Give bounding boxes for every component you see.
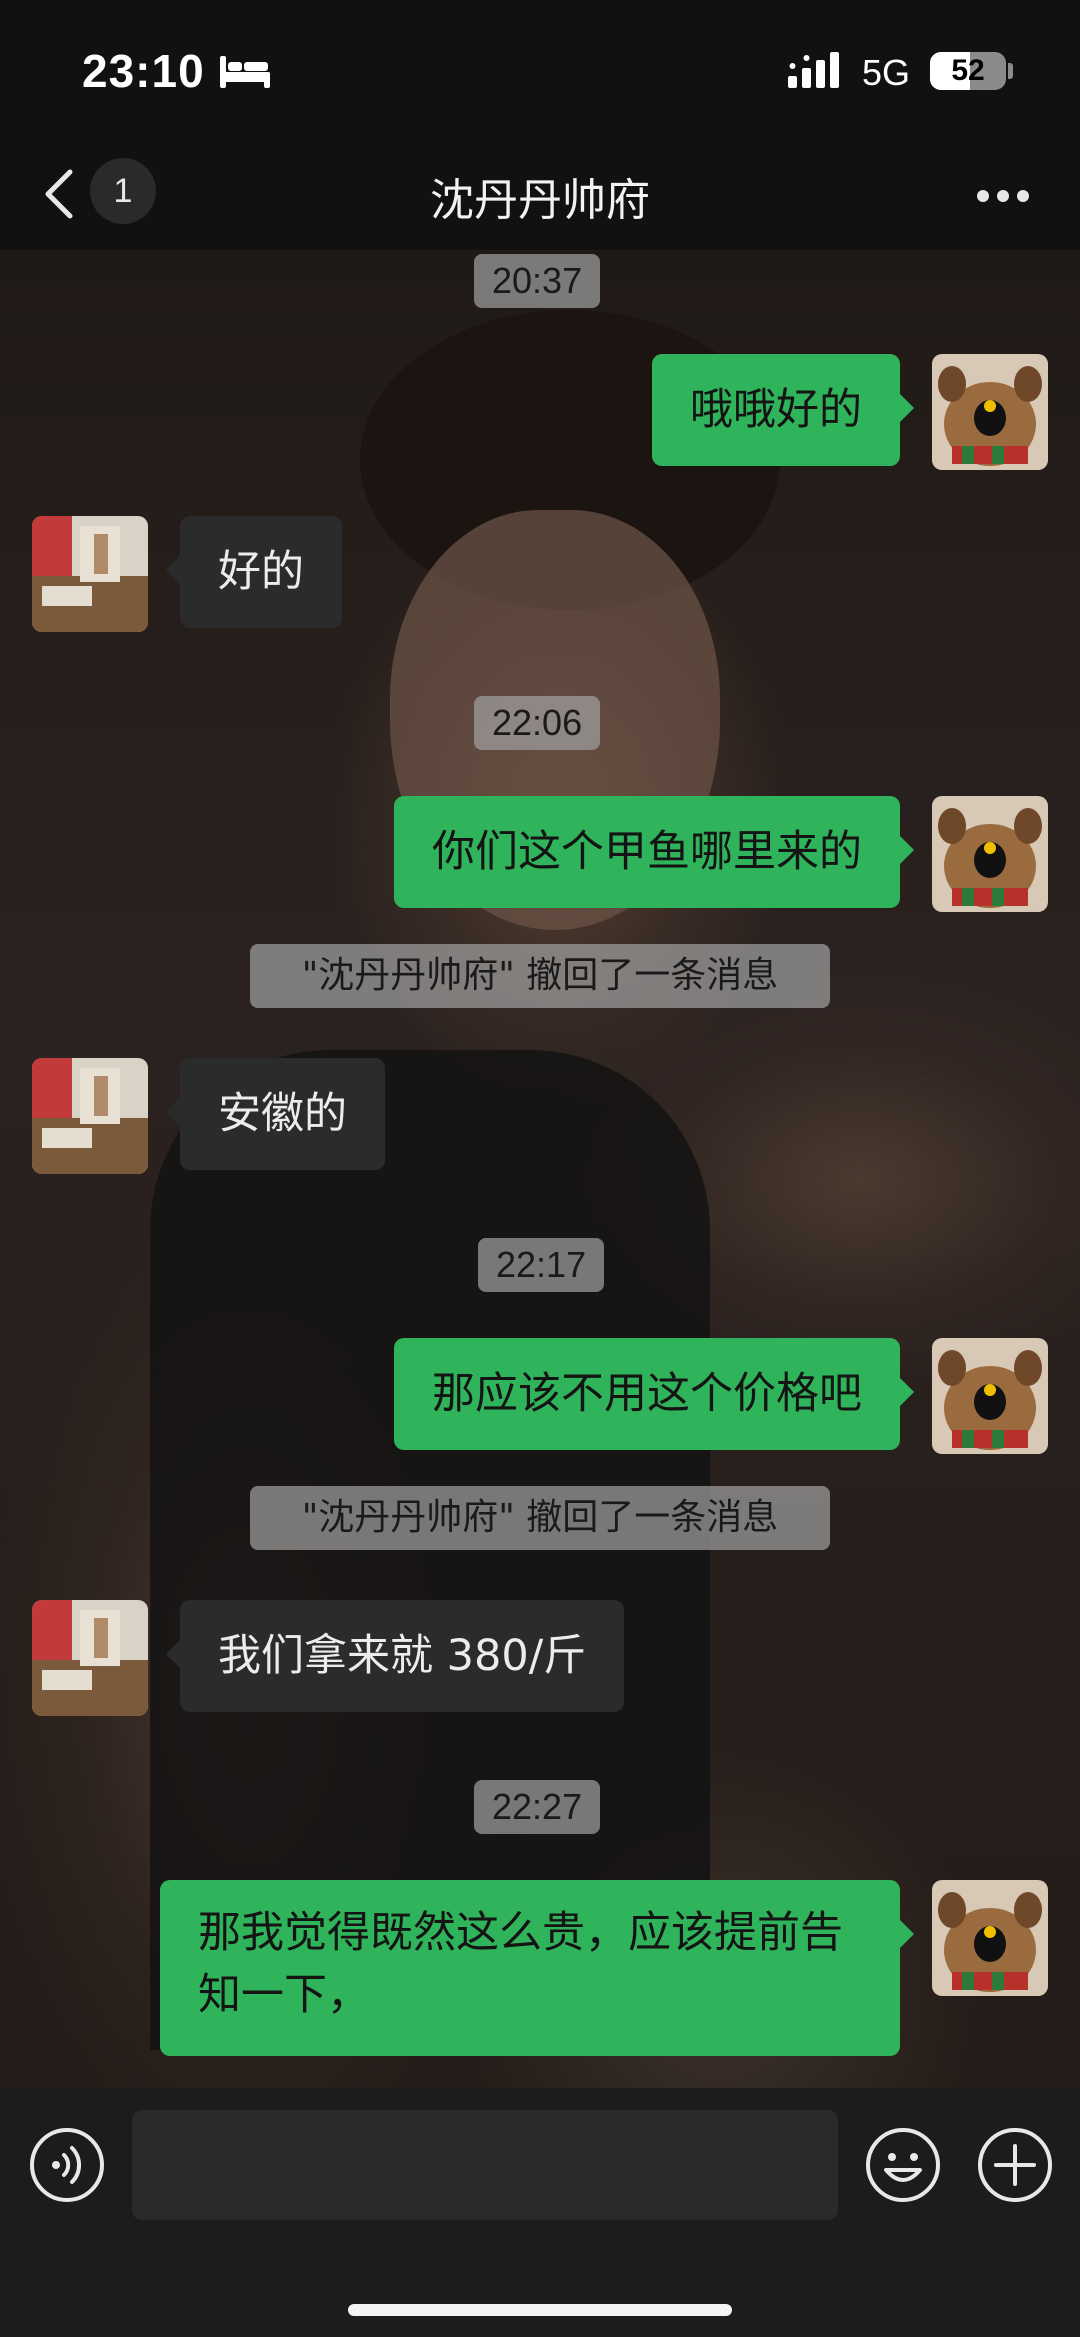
avatar-self[interactable]: [932, 796, 1048, 912]
unread-count-badge[interactable]: 1: [90, 158, 156, 224]
message-bubble-received[interactable]: 好的: [166, 516, 342, 628]
timestamp: 22:06: [474, 696, 601, 750]
plus-icon[interactable]: [976, 2126, 1054, 2208]
avatar-other[interactable]: [32, 1600, 148, 1716]
message-list[interactable]: 20:37 哦哦好的 好的 22:06 你们这个甲鱼哪里来的 "沈丹丹帅府" 撤…: [0, 250, 1080, 2088]
battery-cap: [1008, 63, 1013, 79]
home-indicator[interactable]: [348, 2304, 732, 2316]
battery-indicator: 52: [930, 52, 1006, 90]
avatar-self[interactable]: [932, 1880, 1048, 1996]
avatar-other[interactable]: [32, 516, 148, 632]
status-time: 23:10: [82, 45, 205, 97]
cellular-signal-icon: [788, 52, 844, 92]
message-bubble-sent[interactable]: 你们这个甲鱼哪里来的: [394, 796, 914, 908]
avatar-self[interactable]: [932, 1338, 1048, 1454]
chat-title: 沈丹丹帅府: [430, 175, 650, 226]
recall-notice: "沈丹丹帅府" 撤回了一条消息: [250, 1486, 830, 1550]
battery-level: 52: [951, 54, 985, 87]
message-input[interactable]: [132, 2110, 838, 2220]
message-bubble-received[interactable]: 我们拿来就 380/斤: [165, 1600, 625, 1712]
smiley-icon[interactable]: [864, 2126, 942, 2208]
timestamp: 20:37: [474, 254, 601, 308]
status-bar: 23:10 5G 52: [0, 0, 1080, 140]
sleep-focus-icon: [220, 56, 270, 92]
input-bar: [0, 2088, 1080, 2337]
message-bubble-received[interactable]: 安徽的: [166, 1058, 385, 1170]
chevron-left-icon[interactable]: [42, 168, 76, 224]
network-type: 5G: [862, 52, 911, 93]
avatar-self[interactable]: [932, 354, 1048, 470]
timestamp: 22:27: [474, 1780, 601, 1834]
message-bubble-sent[interactable]: 那应该不用这个价格吧: [394, 1338, 914, 1450]
recall-notice: "沈丹丹帅府" 撤回了一条消息: [250, 944, 830, 1008]
message-bubble-sent[interactable]: 哦哦好的: [652, 354, 914, 466]
message-bubble-sent[interactable]: 那我觉得既然这么贵，应该提前告知一下，: [160, 1880, 914, 2056]
ellipsis-icon[interactable]: [976, 188, 1030, 207]
avatar-other[interactable]: [32, 1058, 148, 1174]
chat-header: 1 沈丹丹帅府: [0, 140, 1080, 250]
timestamp: 22:17: [478, 1238, 605, 1292]
voice-icon[interactable]: [28, 2126, 106, 2208]
